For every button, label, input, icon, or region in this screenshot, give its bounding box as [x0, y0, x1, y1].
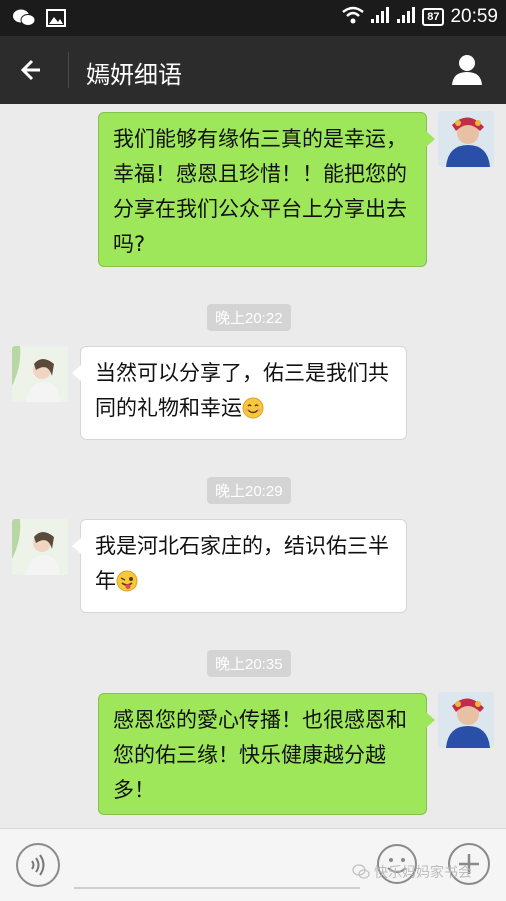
voice-input-button[interactable]: [16, 843, 60, 887]
voice-icon: [31, 854, 45, 876]
message-bubble-outgoing[interactable]: 感恩您的愛心传播！也很感恩和您的佑三缘！快乐健康越分越多！: [98, 693, 435, 815]
watermark-text: 快乐妈妈家书会: [374, 865, 472, 881]
my-avatar[interactable]: [438, 111, 494, 167]
message-text: 感恩您的愛心传播！也很感恩和您的佑三缘！快乐健康越分越多！: [113, 708, 407, 802]
message-list[interactable]: 我们能够有缘佑三真的是幸运，幸福！感恩且珍惜！！能把您的分享在我们公众平台上分享…: [0, 104, 506, 826]
message-timestamp: 晚上20:22: [207, 304, 291, 331]
back-arrow-icon: [20, 59, 40, 81]
message-bubble-outgoing[interactable]: 我们能够有缘佑三真的是幸运，幸福！感恩且珍惜！！能把您的分享在我们公众平台上分享…: [98, 112, 435, 267]
contact-avatar[interactable]: [12, 346, 68, 402]
message-text: 我是河北石家庄的，结识佑三半年: [95, 534, 389, 593]
signal-icon-1: [370, 6, 390, 28]
person-icon: [452, 55, 482, 85]
header-divider: [68, 52, 69, 88]
wink-tongue-emoji-icon: [116, 568, 138, 592]
battery-indicator: 87: [422, 8, 445, 26]
back-button[interactable]: [18, 54, 50, 86]
smile-emoji-icon: [242, 395, 264, 419]
my-avatar[interactable]: [438, 692, 494, 748]
chat-title: 嫣妍细语: [86, 61, 182, 89]
status-bar: 87 20:59: [0, 0, 506, 36]
wechat-icon: [12, 8, 36, 32]
contact-info-button[interactable]: [450, 52, 484, 86]
message-timestamp: 晚上20:29: [207, 477, 291, 504]
message-bubble-incoming[interactable]: 我是河北石家庄的，结识佑三半年: [72, 519, 407, 613]
signal-icon-2: [396, 6, 416, 28]
watermark: 快乐妈妈家书会: [352, 862, 472, 882]
wechat-watermark-icon: [352, 864, 370, 879]
chat-header: 嫣妍细语: [0, 36, 506, 104]
contact-avatar[interactable]: [12, 519, 68, 575]
message-text: 我们能够有缘佑三真的是幸运，幸福！感恩且珍惜！！能把您的分享在我们公众平台上分享…: [113, 127, 407, 256]
status-clock: 20:59: [450, 6, 498, 27]
image-notification-icon: [46, 9, 66, 31]
message-timestamp: 晚上20:35: [207, 650, 291, 677]
message-input[interactable]: [74, 847, 360, 889]
message-bubble-incoming[interactable]: 当然可以分享了，佑三是我们共同的礼物和幸运: [72, 346, 407, 440]
wifi-icon: [342, 6, 364, 28]
